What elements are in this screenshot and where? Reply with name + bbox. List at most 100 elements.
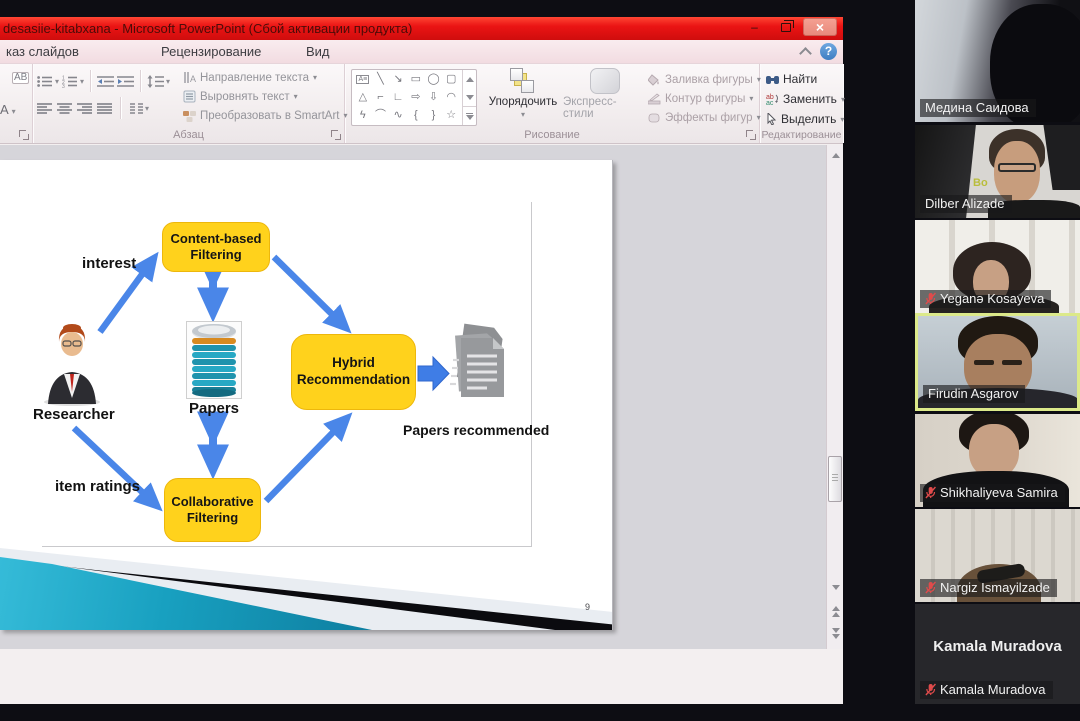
scroll-up-button[interactable] [828, 147, 843, 163]
rounded-rect-shape-icon[interactable]: ▢ [446, 74, 456, 85]
text-effect-icon[interactable]: A ▾ [0, 102, 16, 117]
minimize-button[interactable]: – [741, 18, 768, 36]
dropdown-arrow-icon: ▾ [55, 77, 59, 86]
rectangle-shape-icon[interactable]: ▭ [411, 74, 421, 85]
shapes-scroll-up[interactable] [463, 70, 476, 88]
next-slide-button[interactable] [828, 623, 843, 643]
scribble-shape-icon[interactable]: ϟ [360, 110, 366, 121]
align-left-icon[interactable] [37, 102, 52, 115]
dropdown-arrow-icon: ▾ [841, 95, 845, 104]
label-papers-recommended: Papers recommended [403, 422, 541, 438]
columns-button[interactable]: ▾ [129, 102, 149, 115]
participant-placeholder-name: Kamala Muradova [915, 638, 1080, 655]
scrollbar-thumb[interactable] [828, 456, 842, 502]
title-bar[interactable]: desasiie-kitabxana - Microsoft PowerPoin… [0, 17, 843, 40]
dropdown-arrow-icon: ▾ [840, 115, 844, 124]
bullets-button[interactable]: ▾ [37, 75, 59, 88]
elbow-shape-icon[interactable]: ⌐ [377, 92, 383, 103]
group-label-editing: Редактирование [760, 129, 843, 141]
align-center-icon[interactable] [57, 102, 72, 115]
increase-indent-button[interactable] [117, 75, 134, 88]
dropdown-arrow-icon: ▾ [294, 92, 298, 101]
right-arrow-shape-icon[interactable]: ⇨ [411, 92, 420, 103]
node-content-based-filtering[interactable]: Content-based Filtering [162, 222, 270, 272]
participant-tile[interactable]: Shikhaliyeva Samira [915, 414, 1080, 507]
shape-outline-button[interactable]: Контур фигуры▾ [648, 89, 761, 108]
justify-icon[interactable] [97, 102, 112, 115]
bullets-icon [37, 75, 53, 88]
slide-canvas[interactable]: Content-based Filtering Hybrid Recommend… [0, 160, 613, 630]
shape-effects-button[interactable]: Эффекты фигур▾ [648, 108, 761, 127]
cloud-shape-icon[interactable]: ◠ [446, 92, 456, 103]
down-arrow-shape-icon[interactable]: ⇩ [429, 92, 438, 103]
participant-tile[interactable]: Bo Dilber Alizade [915, 125, 1080, 218]
align-text-button[interactable]: Выровнять текст▾ [183, 87, 348, 106]
tab-view[interactable]: Вид [300, 40, 336, 64]
close-button[interactable]: × [803, 18, 837, 36]
replace-button[interactable]: abac Заменить▾ [766, 89, 845, 109]
columns-icon [129, 102, 143, 115]
participant-tile[interactable]: Медина Саидова [915, 0, 1080, 122]
smartart-icon [183, 109, 196, 122]
dialog-launcher-icon[interactable] [19, 130, 29, 140]
previous-slide-button[interactable] [828, 601, 843, 621]
clear-formatting-icon[interactable]: AB [12, 72, 29, 84]
tab-slideshow[interactable]: каз слайдов [0, 40, 85, 64]
text-direction-icon: A [183, 71, 196, 84]
curve-shape-icon[interactable]: ∿ [394, 110, 403, 121]
left-brace-shape-icon[interactable]: { [414, 110, 418, 121]
align-right-icon[interactable] [77, 102, 92, 115]
dropdown-arrow-icon: ▾ [521, 110, 525, 119]
tab-review[interactable]: Рецензирование [155, 40, 267, 64]
help-icon[interactable]: ? [820, 43, 837, 60]
arrange-button[interactable]: Упорядочить ▾ [485, 68, 561, 119]
shape-outline-icon [648, 93, 661, 105]
vertical-scrollbar[interactable] [826, 145, 843, 649]
ribbon-group-partial: AB A ▾ [0, 64, 33, 143]
svg-text:A: A [190, 74, 196, 84]
text-direction-button[interactable]: A Направление текста▾ [183, 68, 348, 87]
textbox-shape-icon[interactable]: A≡ [356, 75, 369, 84]
oval-shape-icon[interactable]: ◯ [427, 74, 439, 85]
quick-styles-button[interactable]: Экспресс-стили [563, 68, 647, 120]
label-item-ratings: item ratings [55, 478, 140, 495]
dialog-launcher-icon[interactable] [331, 130, 341, 140]
numbering-icon: 123 [62, 75, 78, 88]
participant-tile[interactable]: Yeganə Kosayeva [915, 220, 1080, 313]
shape-fill-icon [648, 74, 661, 86]
triangle-shape-icon[interactable]: △ [359, 92, 367, 103]
participant-name-label: Kamala Muradova [920, 681, 1053, 699]
node-hybrid-recommendation[interactable]: Hybrid Recommendation [291, 334, 416, 410]
node-collaborative-filtering[interactable]: Collaborative Filtering [164, 478, 261, 542]
powerpoint-window: desasiie-kitabxana - Microsoft PowerPoin… [0, 17, 843, 704]
star-shape-icon[interactable]: ☆ [446, 110, 456, 121]
increase-indent-icon [117, 75, 134, 88]
meeting-screen: { "colors": { "titlebar_red": "#ea1414",… [0, 0, 1080, 721]
collapse-ribbon-icon[interactable] [800, 48, 812, 56]
shapes-more-button[interactable] [463, 106, 476, 125]
dialog-launcher-icon[interactable] [746, 130, 756, 140]
participant-tile[interactable]: Nargiz Ismayilzade [915, 509, 1080, 602]
numbering-button[interactable]: 123 ▾ [62, 75, 84, 88]
arrow-shape-icon[interactable]: ↘ [394, 74, 403, 85]
participant-tile-active-speaker[interactable]: Firudin Asgarov [915, 313, 1080, 411]
line-spacing-button[interactable]: ▾ [147, 75, 170, 88]
find-button[interactable]: Найти [766, 69, 845, 89]
shapes-gallery[interactable]: A≡ ╲ ↘ ▭ ◯ ▢ △ ⌐ ∟ ⇨ ⇩ ◠ ϟ ⌒ ∿ { } [351, 69, 477, 126]
elbow-arrow-shape-icon[interactable]: ∟ [393, 92, 404, 103]
ribbon: AB A ▾ ▾ 123 ▾ [0, 64, 843, 144]
decrease-indent-button[interactable] [97, 75, 114, 88]
dropdown-arrow-icon: ▾ [313, 73, 317, 82]
arc-shape-icon[interactable]: ⌒ [375, 110, 386, 121]
select-button[interactable]: Выделить▾ [766, 109, 845, 129]
line-shape-icon[interactable]: ╲ [377, 74, 384, 85]
convert-smartart-button[interactable]: Преобразовать в SmartArt▾ [183, 106, 348, 125]
right-brace-shape-icon[interactable]: } [432, 110, 436, 121]
participant-tile[interactable]: Kamala Muradova Kamala Muradova [915, 604, 1080, 704]
shapes-scroll-down[interactable] [463, 88, 476, 106]
shape-fill-button[interactable]: Заливка фигуры▾ [648, 70, 761, 89]
ribbon-group-drawing: A≡ ╲ ↘ ▭ ◯ ▢ △ ⌐ ∟ ⇨ ⇩ ◠ ϟ ⌒ ∿ { } [345, 64, 760, 143]
dropdown-arrow-icon: ▾ [749, 94, 753, 103]
restore-button[interactable] [772, 18, 799, 36]
scroll-down-button[interactable] [828, 579, 843, 595]
